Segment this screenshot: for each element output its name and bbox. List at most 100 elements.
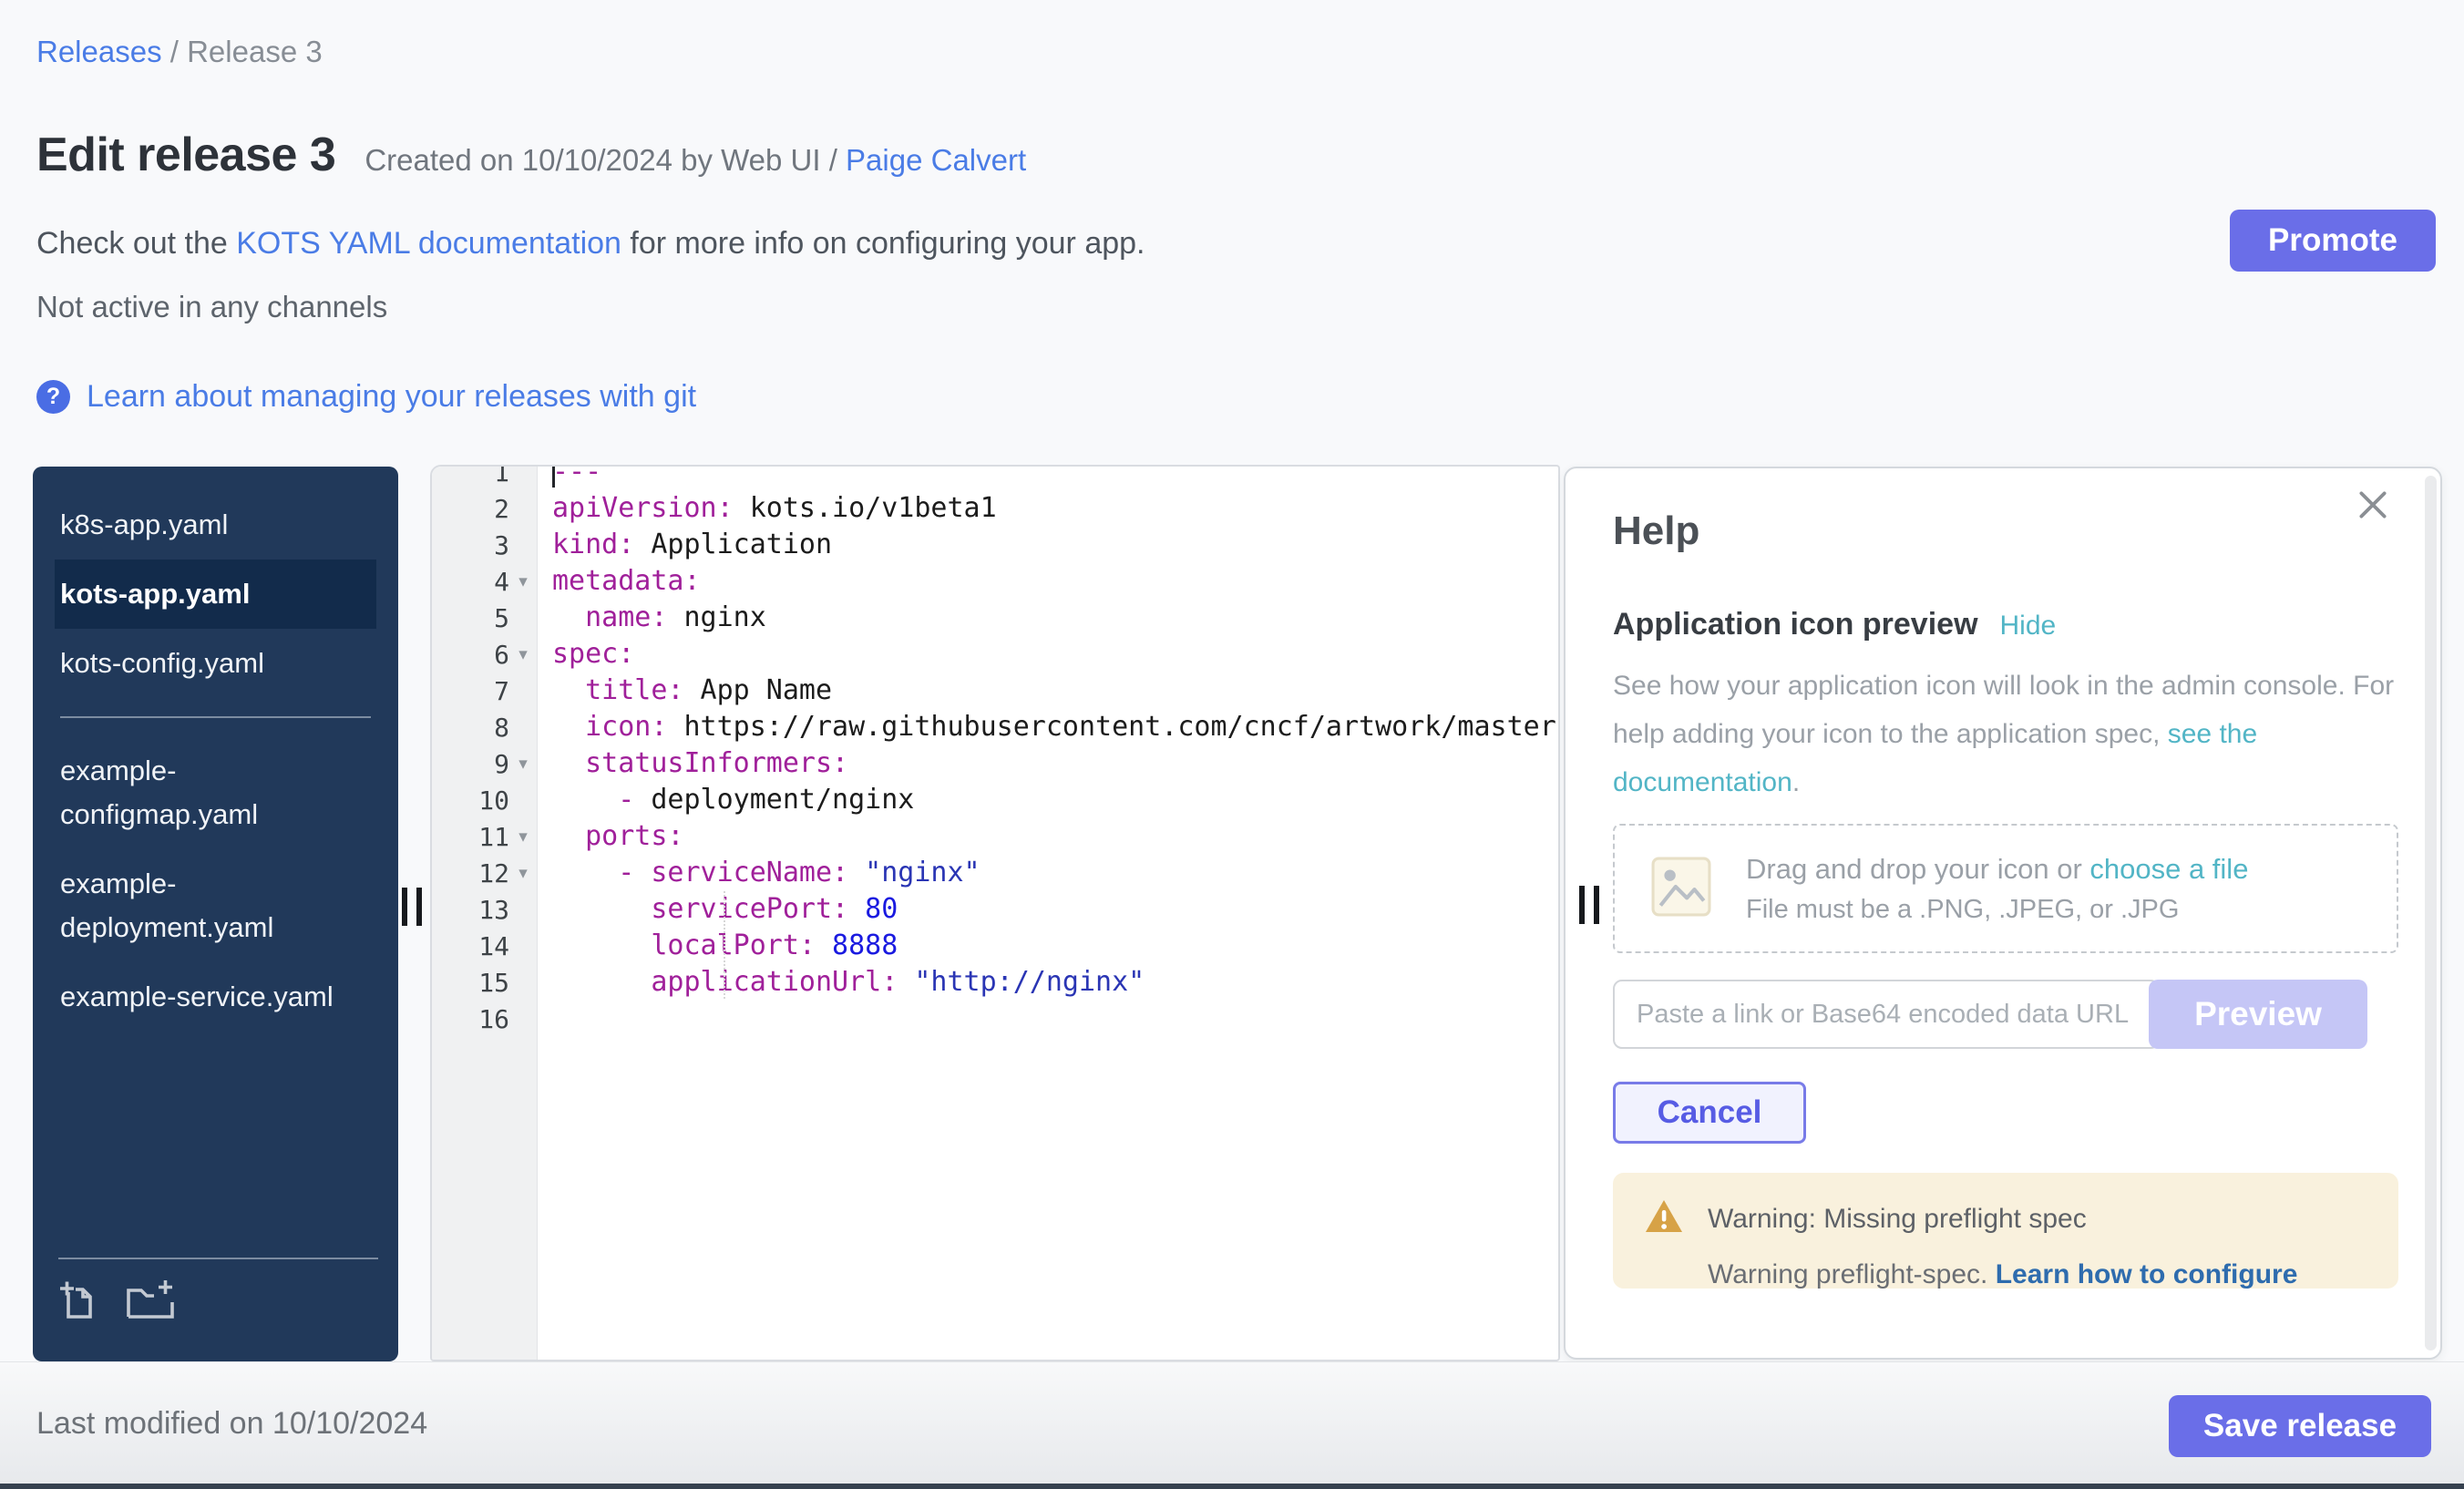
- code-line-10[interactable]: - deployment/nginx: [538, 782, 1558, 818]
- icon-preview-section: Application icon preview Hide: [1613, 607, 2056, 642]
- file-list-divider: [60, 716, 371, 718]
- sidebar-file-example-deployment.yaml[interactable]: example-deployment.yaml: [55, 849, 376, 962]
- new-file-icon[interactable]: [56, 1278, 100, 1326]
- close-icon[interactable]: [2355, 487, 2391, 528]
- gutter-line-4: 4▾: [432, 563, 537, 600]
- sidebar-file-k8s-app.yaml[interactable]: k8s-app.yaml: [55, 490, 376, 560]
- question-circle-icon: ?: [36, 380, 70, 414]
- created-info: Created on 10/10/2024 by Web UI / Paige …: [364, 143, 1026, 178]
- sidebar-file-kots-config.yaml[interactable]: kots-config.yaml: [55, 629, 376, 698]
- indent-guide: [724, 891, 725, 999]
- code-line-11[interactable]: ports:: [538, 818, 1558, 855]
- code-line-12[interactable]: - serviceName: "nginx": [538, 855, 1558, 891]
- line-number: 4: [494, 567, 509, 597]
- fold-arrow-icon[interactable]: ▾: [509, 827, 537, 847]
- line-number: 9: [494, 749, 509, 779]
- choose-file-link[interactable]: choose a file: [2089, 853, 2248, 885]
- breadcrumb-separator: /: [162, 35, 188, 68]
- new-folder-icon[interactable]: [124, 1278, 177, 1326]
- code-line-9[interactable]: statusInformers:: [538, 745, 1558, 782]
- dropzone-prefix: Drag and drop your icon or: [1746, 853, 2089, 885]
- warning-body: Warning preflight-spec.: [1708, 1259, 1996, 1289]
- hide-link[interactable]: Hide: [2000, 611, 2057, 642]
- sidebar-file-kots-app.yaml[interactable]: kots-app.yaml: [55, 560, 376, 629]
- doc-prefix: Check out the: [36, 226, 236, 261]
- icon-url-input[interactable]: [1613, 980, 2160, 1049]
- warning-detail: Warning preflight-spec. Learn how to con…: [1708, 1259, 2380, 1290]
- code-line-4[interactable]: metadata:: [538, 563, 1558, 600]
- fold-arrow-icon[interactable]: ▾: [509, 863, 537, 884]
- doc-line: Check out the KOTS YAML documentation fo…: [36, 226, 1145, 262]
- line-number: 1: [494, 465, 509, 488]
- dropzone-text: Drag and drop your icon or choose a file…: [1746, 853, 2248, 925]
- gutter-line-7: 7: [432, 673, 537, 709]
- learn-configure-link[interactable]: Learn how to configure: [1996, 1259, 2298, 1289]
- line-number: 16: [478, 1004, 509, 1034]
- cancel-button[interactable]: Cancel: [1613, 1082, 1806, 1144]
- code-line-5[interactable]: name: nginx: [538, 600, 1558, 636]
- gutter-line-16: 16: [432, 1001, 537, 1037]
- code-line-6[interactable]: spec:: [538, 636, 1558, 673]
- file-list-primary: k8s-app.yamlkots-app.yamlkots-config.yam…: [55, 490, 376, 698]
- line-number: 6: [494, 640, 509, 670]
- line-number: 14: [478, 931, 509, 961]
- gutter-line-8: 8: [432, 709, 537, 745]
- code-line-1[interactable]: ---: [538, 467, 1558, 490]
- sidebar-bottom: [33, 1270, 398, 1361]
- gutter-line-11: 11▾: [432, 818, 537, 855]
- breadcrumb: Releases / Release 3: [36, 35, 323, 69]
- code-line-16[interactable]: [538, 1001, 1558, 1037]
- dropzone-hint: File must be a .PNG, .JPEG, or .JPG: [1746, 895, 2248, 925]
- save-release-button[interactable]: Save release: [2169, 1395, 2431, 1457]
- editor-code-area[interactable]: ---apiVersion: kots.io/v1beta1kind: Appl…: [538, 467, 1558, 1360]
- image-placeholder-icon: [1651, 857, 1711, 921]
- code-line-7[interactable]: title: App Name: [538, 673, 1558, 709]
- sidebar-resize-handle[interactable]: [400, 888, 424, 926]
- code-line-13[interactable]: servicePort: 80: [538, 891, 1558, 928]
- file-list-secondary: example-configmap.yamlexample-deployment…: [55, 736, 376, 1032]
- line-number: 11: [478, 822, 509, 852]
- icon-dropzone[interactable]: Drag and drop your icon or choose a file…: [1613, 824, 2398, 953]
- fold-arrow-icon[interactable]: ▾: [509, 644, 537, 665]
- edit-release-page: Releases / Release 3 Edit release 3 Crea…: [0, 0, 2464, 1489]
- window-bottom-edge: [0, 1484, 2464, 1489]
- footer-bar: Last modified on 10/10/2024 Save release: [0, 1361, 2464, 1484]
- help-scrollbar[interactable]: [2425, 476, 2437, 1350]
- code-line-3[interactable]: kind: Application: [538, 527, 1558, 563]
- created-author-link[interactable]: Paige Calvert: [846, 143, 1026, 177]
- gutter-line-6: 6▾: [432, 636, 537, 673]
- gutter-line-10: 10: [432, 782, 537, 818]
- code-line-15[interactable]: applicationUrl: "http://nginx": [538, 964, 1558, 1001]
- code-line-14[interactable]: localPort: 8888: [538, 928, 1558, 964]
- line-number: 13: [478, 895, 509, 925]
- fold-arrow-icon[interactable]: ▾: [509, 754, 537, 775]
- title-row: Edit release 3 Created on 10/10/2024 by …: [36, 128, 1026, 182]
- kots-yaml-doc-link[interactable]: KOTS YAML documentation: [236, 226, 621, 261]
- preview-button[interactable]: Preview: [2149, 980, 2367, 1049]
- gutter-lines: 1234▾56▾789▾1011▾12▾13141516: [432, 465, 537, 1037]
- help-resize-handle[interactable]: [1577, 886, 1601, 924]
- gutter-line-13: 13: [432, 891, 537, 928]
- file-list: k8s-app.yamlkots-app.yamlkots-config.yam…: [33, 467, 398, 1032]
- gutter-line-14: 14: [432, 928, 537, 964]
- page-title: Edit release 3: [36, 128, 335, 182]
- warning-triangle-icon: [1644, 1198, 1684, 1239]
- fold-arrow-icon[interactable]: ▾: [509, 571, 537, 592]
- code-line-8[interactable]: icon: https://raw.githubusercontent.com/…: [538, 709, 1558, 745]
- line-number: 8: [494, 713, 509, 743]
- sidebar-file-example-service.yaml[interactable]: example-service.yaml: [55, 962, 376, 1032]
- icon-preview-description: See how your application icon will look …: [1613, 662, 2440, 806]
- sidebar-file-example-configmap.yaml[interactable]: example-configmap.yaml: [55, 736, 376, 849]
- doc-suffix: for more info on configuring your app.: [621, 226, 1145, 261]
- breadcrumb-releases-link[interactable]: Releases: [36, 35, 162, 68]
- line-number: 15: [478, 968, 509, 998]
- promote-button[interactable]: Promote: [2230, 210, 2436, 272]
- code-line-2[interactable]: apiVersion: kots.io/v1beta1: [538, 490, 1558, 527]
- yaml-editor[interactable]: 1234▾56▾789▾1011▾12▾13141516 ---apiVersi…: [430, 465, 1560, 1361]
- git-releases-link[interactable]: Learn about managing your releases with …: [87, 379, 696, 415]
- line-number: 7: [494, 676, 509, 706]
- line-number: 3: [494, 530, 509, 560]
- description-text: See how your application icon will look …: [1613, 671, 2394, 749]
- gutter-line-15: 15: [432, 964, 537, 1001]
- line-number: 12: [478, 858, 509, 888]
